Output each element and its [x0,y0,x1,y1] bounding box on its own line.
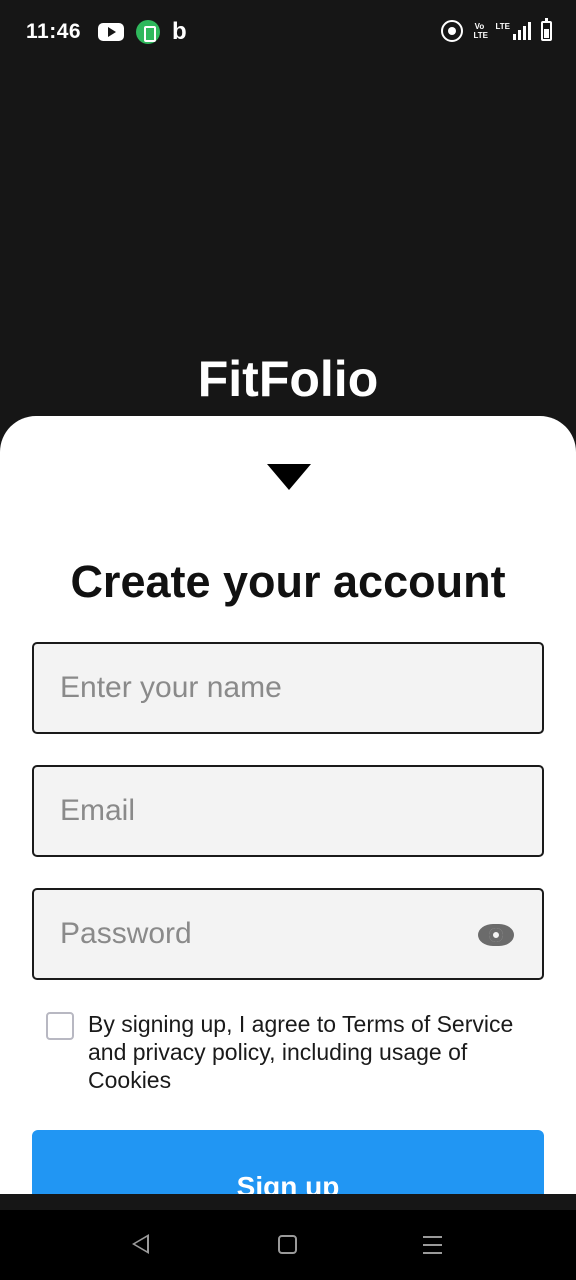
signup-button[interactable]: Sign up [32,1130,544,1194]
status-time: 11:46 [26,20,82,43]
volte-icon: Vo LTE [473,22,488,40]
terms-text: By signing up, I agree to Terms of Servi… [88,1011,514,1093]
password-field[interactable] [32,888,544,980]
battery-icon [541,18,552,41]
eye-icon[interactable] [478,924,514,946]
hotspot-icon [441,20,464,42]
green-app-icon [136,20,160,44]
status-left-icons: b [98,20,187,44]
name-field[interactable] [32,642,544,734]
terms-row: By signing up, I agree to Terms of Servi… [46,1010,546,1094]
content-bottom-strip [0,1194,576,1210]
signup-sheet: Create your account By signing up, I agr… [0,416,576,1194]
password-input[interactable] [34,890,542,978]
signal-icon: LTE [495,22,531,40]
nav-bar [0,1210,576,1280]
name-input[interactable] [34,644,542,732]
bing-icon: b [172,18,187,45]
status-bar: 11:46 b Vo LTE LTE [0,0,576,64]
home-icon[interactable] [278,1235,297,1254]
email-input[interactable] [34,767,542,855]
sheet-heading: Create your account [70,556,506,607]
email-field[interactable] [32,765,544,857]
triangle-down-icon[interactable] [267,464,311,490]
youtube-icon [98,23,124,41]
menu-icon[interactable] [423,1236,442,1254]
signal-lte-label: LTE [495,22,510,31]
status-right-icons: Vo LTE LTE [441,18,552,42]
terms-checkbox[interactable] [46,1012,74,1040]
back-icon[interactable] [132,1234,149,1254]
app-title: FitFolio [197,351,379,407]
